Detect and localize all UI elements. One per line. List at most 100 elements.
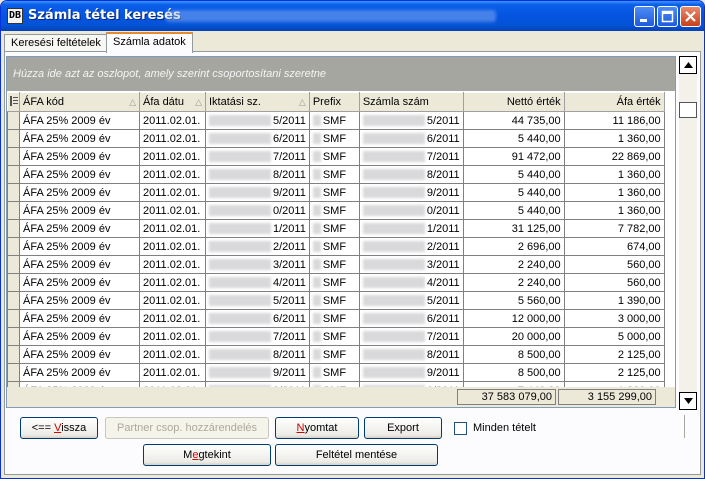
minimize-button[interactable] (634, 6, 655, 27)
table-row[interactable]: ÁFA 25% 2009 év 2011.02.01. 2/2011 SMF 2/201… (7, 237, 665, 256)
cell-szamla-szam: 5/2011 (358, 291, 464, 310)
table-row[interactable]: ÁFA 25% 2009 év 2011.02.01. 9/2011 SMF 9/201… (7, 183, 665, 202)
cell-prefix-text: SMF (322, 132, 347, 145)
column-header-prefix[interactable]: Prefix (308, 92, 360, 112)
invoice-grid[interactable]: Húzza ide azt az oszlopot, amely szerint… (6, 56, 676, 408)
table-row[interactable]: ÁFA 25% 2009 év 2011.02.01. 5/2011 SMF 5/201… (7, 111, 665, 130)
column-header-szamla-szam[interactable]: Számla szám (358, 92, 464, 112)
table-row[interactable]: ÁFA 25% 2009 év 2011.02.01. 8/2011 SMF 8/201… (7, 165, 665, 184)
column-header-iktatasi-szam[interactable]: △ Iktatási sz. (205, 92, 310, 112)
scroll-thumb[interactable] (679, 102, 697, 118)
sort-arrow-icon: △ (195, 97, 202, 107)
cell-afa-datum: 2011.02.01. (139, 129, 206, 148)
view-button[interactable]: Megtekint (143, 444, 271, 466)
table-row[interactable]: ÁFA 25% 2009 év 2011.02.01. 4/2011 SMF 4/201… (7, 273, 665, 292)
title-bar[interactable]: DB Számla tétel keresés (1, 1, 704, 31)
row-indicator[interactable] (7, 345, 20, 364)
table-row[interactable]: ÁFA 25% 2009 év 2011.02.01. 3/2011 SMF 3/201… (7, 255, 665, 274)
table-row[interactable]: ÁFA 25% 2009 év 2011.02.01. 6/2011 SMF 6/201… (7, 129, 665, 148)
tab-search-criteria[interactable]: Keresési feltételek (4, 34, 108, 52)
row-indicator[interactable] (7, 291, 20, 310)
cell-afa-datum: 2011.02.01. (139, 363, 206, 382)
save-filter-button[interactable]: Feltétel mentése (275, 444, 438, 466)
cell-netto-ertek: 44 735,00 (462, 111, 565, 130)
cell-szamla-szam: 2/2011 (358, 237, 464, 256)
table-row[interactable]: ÁFA 25% 2009 év 2011.02.01. 8/2011 SMF 8/201… (7, 345, 665, 364)
row-indicator[interactable] (7, 255, 20, 274)
column-label: Iktatási sz. (209, 96, 261, 108)
cell-afa-ertek: 3 000,00 (563, 309, 665, 328)
redacted-value (209, 367, 271, 379)
row-indicator[interactable] (7, 111, 20, 130)
cell-afa-datum: 2011.02.01. (139, 345, 206, 364)
cell-afa-kod: ÁFA 25% 2009 év (19, 255, 140, 274)
row-indicator[interactable] (7, 327, 20, 346)
cell-afa-kod: ÁFA 25% 2009 év (19, 345, 140, 364)
all-items-checkbox[interactable] (454, 422, 467, 435)
redacted-value (312, 241, 321, 253)
print-button[interactable]: Nyomtat (275, 417, 359, 439)
cell-szamla-szam: 8/2011 (358, 345, 464, 364)
redacted-value (362, 223, 425, 235)
cell-szamla-szam: 7/2011 (358, 147, 464, 166)
redacted-value (209, 115, 271, 127)
cell-iktatasi-szam-text: 6/2011 (273, 312, 306, 325)
export-button[interactable]: Export (364, 417, 442, 439)
cell-netto-ertek: 2 696,00 (462, 237, 565, 256)
table-row[interactable]: ÁFA 25% 2009 év 2011.02.01. 5/2011 SMF 5/201… (7, 291, 665, 310)
table-row[interactable]: ÁFA 25% 2009 év 2011.02.01. 7/2011 SMF 7/201… (7, 147, 665, 166)
table-row[interactable]: ÁFA 25% 2009 év 2011.02.01. 9/2011 SMF 9/201… (7, 363, 665, 382)
back-button[interactable]: <== Vissza (20, 417, 98, 439)
row-indicator[interactable] (7, 219, 20, 238)
close-button[interactable] (680, 6, 701, 27)
column-header-afa-kod[interactable]: △ ÁFA kód (19, 92, 140, 112)
row-indicator[interactable] (7, 201, 20, 220)
group-by-panel[interactable]: Húzza ide azt az oszlopot, amely szerint… (7, 57, 675, 91)
cell-prefix-text: SMF (322, 258, 347, 271)
redacted-value (312, 169, 321, 181)
table-body: ÁFA 25% 2009 év 2011.02.01. 5/2011 SMF 5/201… (7, 111, 665, 400)
row-indicator[interactable] (7, 237, 20, 256)
row-indicator[interactable] (7, 309, 20, 328)
table-row[interactable]: ÁFA 25% 2009 év 2011.02.01. 1/2011 SMF 1/201… (7, 219, 665, 238)
cell-prefix: SMF (308, 201, 360, 220)
partner-group-assign-button[interactable]: Partner csop. hozzárendelés (105, 417, 269, 439)
cell-szamla-szam-text: 7/2011 (426, 150, 460, 163)
row-indicator[interactable] (7, 129, 20, 148)
maximize-button[interactable] (657, 6, 678, 27)
row-indicator[interactable] (7, 183, 20, 202)
cell-iktatasi-szam: 7/2011 (205, 147, 310, 166)
cell-iktatasi-szam: 5/2011 (205, 111, 310, 130)
column-header-afa-datum[interactable]: △ Áfa dátu (139, 92, 206, 112)
table-header-row: △ ÁFA kód △ Áfa dátu △ Iktatási sz. Prefix … (7, 92, 665, 112)
dbf-app-icon[interactable]: DB (7, 8, 23, 24)
table-row[interactable]: ÁFA 25% 2009 év 2011.02.01. 7/2011 SMF 7/201… (7, 327, 665, 346)
scroll-down-button[interactable] (679, 392, 697, 410)
cell-szamla-szam-text: 8/2011 (426, 168, 460, 181)
table-row[interactable]: ÁFA 25% 2009 év2011.02.01. 0/2011 SMF 0/201… (7, 201, 665, 220)
all-items-label[interactable]: Minden tételt (473, 422, 536, 434)
cell-iktatasi-szam-text: 9/2011 (273, 186, 306, 199)
cell-prefix: SMF (308, 183, 360, 202)
tab-invoice-data[interactable]: Számla adatok (106, 32, 193, 53)
row-indicator[interactable] (7, 165, 20, 184)
row-indicator[interactable] (7, 147, 20, 166)
column-header-afa-ertek[interactable]: Áfa érték (563, 92, 665, 112)
row-indicator[interactable] (7, 363, 20, 382)
redacted-value (312, 331, 321, 343)
cell-afa-datum: 2011.02.01. (139, 291, 206, 310)
redacted-value (362, 169, 425, 181)
redacted-value (362, 295, 425, 307)
cell-afa-ertek: 5 000,00 (563, 327, 665, 346)
cell-afa-ertek: 1 390,00 (563, 291, 665, 310)
scroll-up-button[interactable] (679, 56, 697, 74)
table-row[interactable]: ÁFA 25% 2009 év 2011.02.01. 6/2011 SMF 6/201… (7, 309, 665, 328)
cell-iktatasi-szam: 0/2011 (205, 201, 310, 220)
cell-afa-datum: 2011.02.01. (139, 165, 206, 184)
vertical-scrollbar[interactable] (679, 56, 697, 410)
cell-afa-kod: ÁFA 25% 2009 év (19, 363, 140, 382)
column-chooser-button[interactable] (7, 92, 20, 112)
cell-szamla-szam: 9/2011 (358, 183, 464, 202)
column-header-netto-ertek[interactable]: Nettó érték (462, 92, 565, 112)
row-indicator[interactable] (7, 273, 20, 292)
